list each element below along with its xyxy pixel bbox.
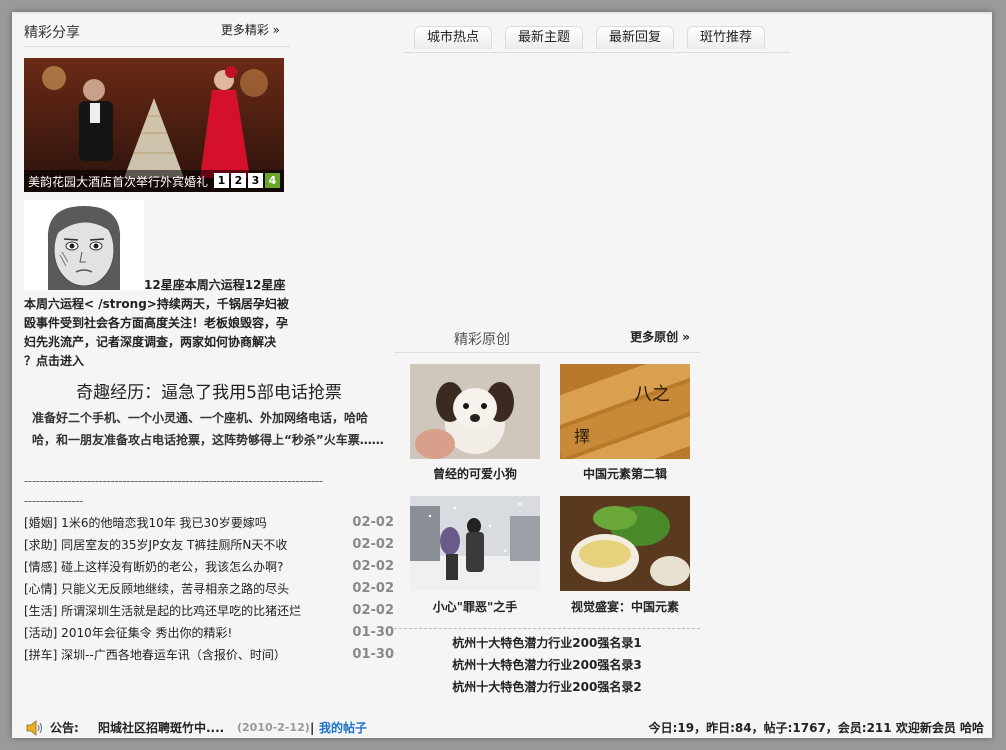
tea-thumbnail[interactable] — [560, 496, 690, 591]
share-header: 精彩分享 更多精彩 » — [24, 20, 290, 47]
thumbnail-caption[interactable]: 小心"罪恶"之手 — [410, 598, 540, 615]
tab-moderator-picks[interactable]: 斑竹推荐 — [687, 26, 766, 49]
ranking-link[interactable]: 杭州十大特色潜力行业200强名录3 — [394, 656, 700, 673]
slideshow-pager: 1 2 3 4 — [214, 173, 280, 188]
news-date: 02-02 — [352, 559, 394, 574]
dashed-divider — [394, 628, 700, 629]
news-link[interactable]: [情感] 碰上这样没有断奶的老公，我该怎么办啊? — [24, 556, 284, 578]
news-link[interactable]: [婚姻] 1米6的他暗恋我10年 我已30岁要嫁吗 — [24, 512, 267, 534]
notice-bar: 公告: 阳城社区招聘斑竹中.... (2010-2-12) | 我的帖子 今日:… — [12, 717, 992, 738]
ranking-link[interactable]: 杭州十大特色潜力行业200强名录2 — [394, 678, 700, 695]
slideshow-page-2[interactable]: 2 — [231, 173, 246, 188]
news-link[interactable]: [求助] 同居室友的35岁JP女友 T裤挂厕所N天不收 — [24, 534, 287, 556]
svg-text:八之: 八之 — [634, 384, 670, 405]
tab-city-hot[interactable]: 城市热点 — [414, 26, 493, 49]
news-list: [婚姻] 1米6的他暗恋我10年 我已30岁要嫁吗 02-02 [求助] 同居室… — [24, 512, 394, 666]
list-item: [生活] 所谓深圳生活就是起的比鸡还早吃的比猪还烂 02-02 — [24, 600, 394, 622]
experience-body: 准备好二个手机、一个小灵通、一个座机、外加网络电话，哈哈哈，和一朋友准备攻占电话… — [32, 411, 384, 447]
list-item: [情感] 碰上这样没有断奶的老公，我该怎么办啊? 02-02 — [24, 556, 394, 578]
panel-top-edge — [12, 12, 992, 14]
svg-text:擇: 擇 — [574, 427, 590, 446]
forum-stats: 今日:19，昨日:84，帖子:1767，会员:211 欢迎新会员 哈哈 — [648, 721, 984, 735]
news-link[interactable]: [心情] 只能义无反顾地继续，苦寻相亲之路的尽头 — [24, 578, 289, 600]
experience-title[interactable]: 奇趣经历：逼急了我用5部电话抢票 — [24, 378, 394, 403]
thumbnail-caption[interactable]: 曾经的可爱小狗 — [410, 465, 540, 482]
list-item: [求助] 同居室友的35岁JP女友 T裤挂厕所N天不收 02-02 — [24, 534, 394, 556]
tab-latest-topics[interactable]: 最新主题 — [505, 26, 584, 49]
separator: | — [310, 721, 315, 735]
share-more-link[interactable]: 更多精彩 » — [221, 21, 280, 38]
notice-date: (2010-2-12) — [237, 721, 310, 734]
share-title: 精彩分享 — [24, 25, 80, 41]
news-date: 01-30 — [352, 647, 394, 662]
tab-latest-replies[interactable]: 最新回复 — [596, 26, 675, 49]
news-link[interactable]: [生活] 所谓深圳生活就是起的比鸡还早吃的比猪还烂 — [24, 600, 301, 622]
horoscope-text[interactable]: 12星座本周六运程12星座本周六运程< /strong>持续两天，千锅居孕妇被殴… — [24, 276, 292, 371]
list-item: [婚姻] 1米6的他暗恋我10年 我已30岁要嫁吗 02-02 — [24, 512, 394, 534]
list-item: [拼车] 深圳--广西各地春运车讯（含报价、时间） 01-30 — [24, 644, 394, 666]
list-item: [心情] 只能义无反顾地继续，苦寻相亲之路的尽头 02-02 — [24, 578, 394, 600]
slideshow-page-4[interactable]: 4 — [265, 173, 280, 188]
original-header: 精彩原创 更多原创 » — [394, 326, 700, 353]
dashed-divider: ----------------------------------------… — [24, 474, 323, 488]
list-item: [活动] 2010年会征集令 秀出你的精彩! 01-30 — [24, 622, 394, 644]
news-date: 02-02 — [352, 581, 394, 596]
slideshow-caption-bar: 美韵花园大酒店首次举行外宾婚礼 1 2 3 4 — [24, 170, 284, 192]
original-more-link[interactable]: 更多原创 » — [630, 328, 690, 345]
chinese-element-thumbnail[interactable]: 八之 擇 — [560, 364, 690, 459]
original-title: 精彩原创 — [454, 332, 510, 348]
dashed-divider-continued: --------------- — [24, 494, 83, 508]
news-date: 02-02 — [352, 515, 394, 530]
notice-link[interactable]: 阳城社区招聘斑竹中.... — [98, 717, 224, 738]
thumbnail-caption[interactable]: 中国元素第二辑 — [560, 465, 690, 482]
speaker-icon — [26, 720, 44, 738]
bamboo-slip-image: 八之 擇 — [560, 364, 690, 459]
news-link[interactable]: [拼车] 深圳--广西各地春运车讯（含报价、时间） — [24, 644, 286, 666]
slideshow-page-1[interactable]: 1 — [214, 173, 229, 188]
news-date: 02-02 — [352, 603, 394, 618]
forum-panel: 精彩分享 更多精彩 » 美韵花园大酒店首次举行外宾婚礼 1 2 3 4 12星座… — [12, 12, 992, 738]
puppy-thumbnail[interactable] — [410, 364, 540, 459]
news-date: 01-30 — [352, 625, 394, 640]
news-link[interactable]: [活动] 2010年会征集令 秀出你的精彩! — [24, 622, 232, 644]
snow-street-image — [410, 496, 540, 591]
slideshow-caption[interactable]: 美韵花园大酒店首次举行外宾婚礼 — [28, 173, 208, 190]
slideshow-page-3[interactable]: 3 — [248, 173, 263, 188]
puppy-image — [410, 364, 540, 459]
my-posts-link[interactable]: 我的帖子 — [319, 717, 367, 738]
ranking-link[interactable]: 杭州十大特色潜力行业200强名录1 — [394, 634, 700, 651]
news-date: 02-02 — [352, 537, 394, 552]
featured-slideshow[interactable]: 美韵花园大酒店首次举行外宾婚礼 1 2 3 4 — [24, 58, 284, 192]
notice-label: 公告: — [50, 721, 79, 735]
topic-tabs: 城市热点 最新主题 最新回复 斑竹推荐 — [404, 26, 790, 53]
thumbnail-caption[interactable]: 视觉盛宴：中国元素 — [560, 598, 690, 615]
tea-cup-image — [560, 496, 690, 591]
snow-street-thumbnail[interactable] — [410, 496, 540, 591]
